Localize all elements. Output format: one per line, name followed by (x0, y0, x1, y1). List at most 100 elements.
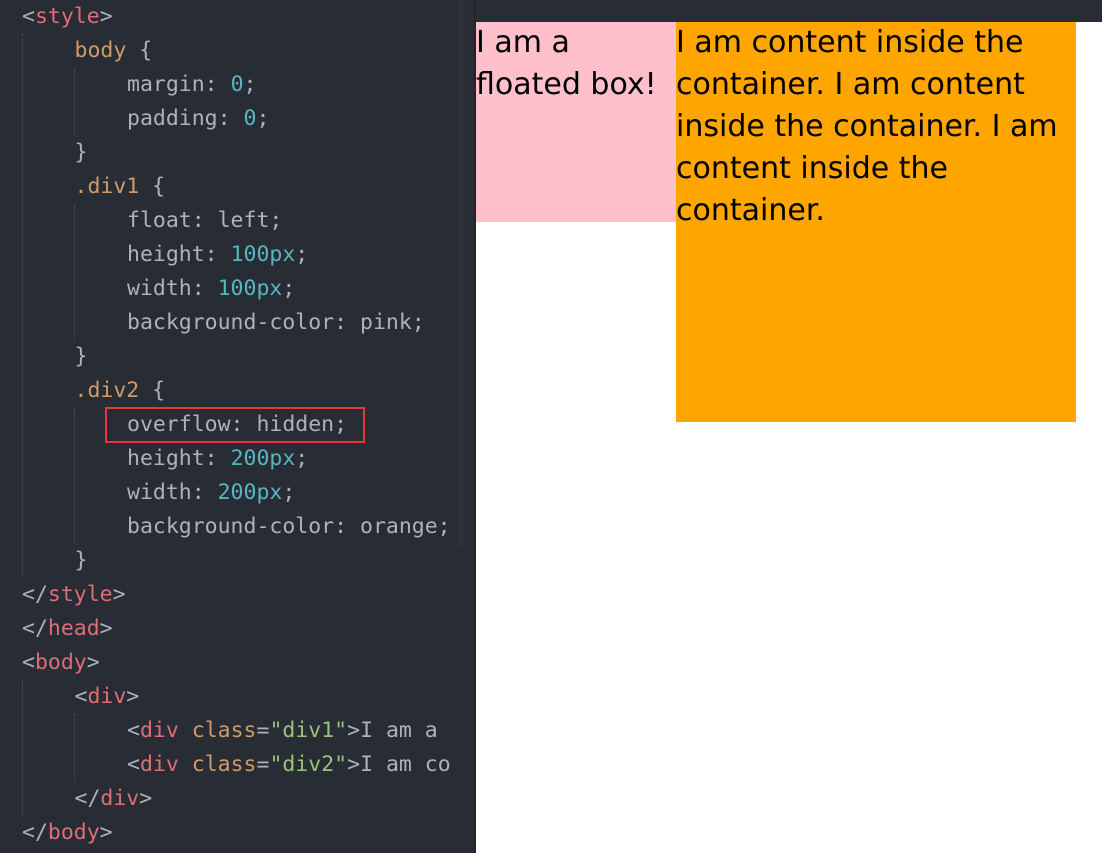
code-token: 100px (217, 276, 283, 301)
code-token: ; (243, 72, 257, 97)
code-line[interactable]: </body> (22, 816, 113, 850)
code-token: float: left; (127, 208, 283, 233)
div2-text-line: I am content inside the (676, 25, 1024, 60)
code-token: head (47, 616, 100, 641)
code-token: "div1" (269, 718, 348, 743)
code-token: ; (282, 276, 296, 301)
code-line[interactable]: <style> (22, 0, 113, 34)
code-token: div (139, 718, 179, 743)
code-token: body (74, 38, 127, 63)
code-line[interactable]: float: left; (127, 204, 282, 238)
code-token: </ (74, 786, 101, 811)
code-token: div (139, 752, 179, 777)
code-line[interactable]: } (75, 544, 88, 578)
code-line[interactable]: <div> (75, 680, 140, 714)
div1-text-line: floated box! (476, 67, 657, 102)
code-line[interactable]: <div class="div2">I am co (127, 748, 451, 782)
div2-text-line: container. I am content (676, 67, 1025, 102)
code-line[interactable]: </div> (75, 782, 153, 816)
code-line[interactable]: </head> (22, 612, 113, 646)
code-token: } (74, 548, 88, 573)
code-token: style (34, 4, 100, 29)
code-token: class (191, 718, 257, 743)
code-token: 0 (243, 106, 257, 131)
orange-container-box: I am content inside the container. I am … (676, 22, 1076, 422)
code-token: > (347, 718, 361, 743)
indent-guide (74, 408, 75, 544)
code-line[interactable]: height: 100px; (127, 238, 308, 272)
code-line[interactable]: <body> (22, 646, 100, 680)
div2-text-line: content inside the (676, 151, 948, 186)
code-line[interactable]: } (75, 340, 88, 374)
code-line[interactable]: height: 200px; (127, 442, 308, 476)
code-token: > (99, 820, 113, 845)
code-token: ; (295, 446, 309, 471)
code-token: 0 (230, 72, 244, 97)
code-line[interactable]: margin: 0; (127, 68, 256, 102)
code-line[interactable]: width: 100px; (127, 272, 295, 306)
div1-text-line: I am a (476, 25, 570, 60)
code-token: width: (127, 480, 218, 505)
code-token: </ (22, 820, 48, 845)
code-token: .div1 (74, 174, 140, 199)
code-token: width: (127, 276, 218, 301)
code-token: body (34, 650, 87, 675)
code-token: { (126, 38, 153, 63)
code-token: > (86, 650, 100, 675)
code-token: I am co (360, 752, 451, 777)
code-line[interactable]: body { (75, 34, 153, 68)
indent-guide (22, 34, 23, 578)
code-token: ; (295, 242, 309, 267)
code-token: height: (127, 446, 231, 471)
code-token: ; (256, 106, 270, 131)
code-token: margin: (127, 72, 231, 97)
highlight-box (105, 407, 365, 443)
code-token: } (74, 344, 88, 369)
code-token: < (22, 4, 35, 29)
code-line[interactable]: } (75, 136, 88, 170)
code-line[interactable]: </style> (22, 578, 126, 612)
code-token: } (74, 140, 88, 165)
code-token: 200px (217, 480, 283, 505)
div2-text-line: inside the container. I am (676, 109, 1058, 144)
indent-guide (74, 714, 75, 782)
code-token: { (139, 174, 166, 199)
code-token: div (87, 684, 127, 709)
preview-canvas: I am a floated box! I am content inside … (476, 22, 1102, 853)
code-line[interactable]: padding: 0; (127, 102, 269, 136)
code-token: ; (282, 480, 296, 505)
code-token: < (22, 650, 35, 675)
code-token: < (127, 752, 140, 777)
code-token: > (126, 684, 140, 709)
code-token: body (47, 820, 100, 845)
code-token: style (47, 582, 113, 607)
editor-scroll-edge (458, 0, 464, 548)
indent-guide (74, 68, 75, 136)
code-token: </ (22, 582, 48, 607)
code-token: div (100, 786, 140, 811)
code-editor[interactable]: <style> body {margin: 0; padding: 0;} .div1… (0, 0, 474, 853)
code-line[interactable]: <div class="div1">I am a (127, 714, 438, 748)
browser-preview: I am a floated box! I am content inside … (476, 0, 1102, 853)
div2-text-line: container. (676, 193, 825, 228)
code-token: = (256, 752, 270, 777)
code-token: { (139, 378, 166, 403)
code-token: > (112, 582, 126, 607)
code-token: > (347, 752, 361, 777)
code-token: > (99, 616, 113, 641)
code-line[interactable]: .div1 { (75, 170, 166, 204)
code-token: 100px (230, 242, 296, 267)
code-line[interactable]: .div2 { (75, 374, 166, 408)
indent-guide (74, 204, 75, 340)
code-line[interactable]: width: 200px; (127, 476, 295, 510)
code-token: > (99, 4, 113, 29)
code-line[interactable]: background-color: pink; (127, 306, 425, 340)
code-token: background-color: pink; (127, 310, 425, 335)
code-token: "div2" (269, 752, 348, 777)
code-line[interactable]: background-color: orange; (127, 510, 451, 544)
floated-pink-box: I am a floated box! (476, 22, 676, 222)
code-token: </ (22, 616, 48, 641)
preview-top-bar (476, 0, 1102, 22)
